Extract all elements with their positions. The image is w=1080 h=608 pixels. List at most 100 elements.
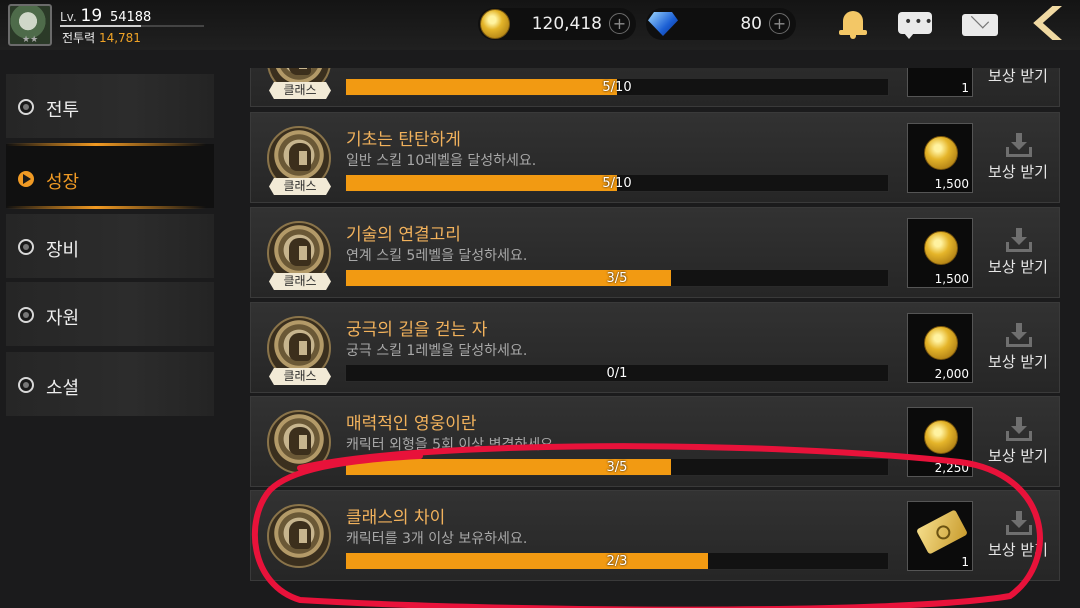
progress-text: 2/3	[606, 554, 628, 569]
claim-label: 보상 받기	[988, 68, 1048, 85]
claim-label: 보상 받기	[988, 447, 1048, 465]
quest-title: 기초는 탄탄하게	[346, 130, 461, 150]
tab-label: 장비	[46, 240, 80, 261]
quest-list[interactable]: 클래스 5/10 1 보상 받기 클래스 기초는 탄탄하게 일반 스킬 10레벨…	[250, 68, 1060, 586]
progress-text: 5/10	[602, 80, 632, 95]
gold-coin-icon	[924, 326, 958, 360]
claim-reward-button[interactable]: 보상 받기	[981, 131, 1055, 187]
reward-slot[interactable]: 1,500	[907, 218, 973, 288]
gold-counter: 120,418 +	[478, 8, 636, 40]
radio-icon	[18, 239, 34, 255]
gold-coin-icon	[924, 420, 958, 454]
reward-slot[interactable]: 1	[907, 68, 973, 97]
tab-battle[interactable]: 전투	[6, 74, 214, 138]
claim-label: 보상 받기	[988, 258, 1048, 276]
progress-bar: 0/1	[345, 364, 889, 382]
progress-bar: 2/3	[345, 552, 889, 570]
level-label: Lv.	[60, 10, 77, 24]
exp-bar	[60, 25, 204, 27]
add-gems-button[interactable]: +	[769, 13, 790, 34]
claim-label: 보상 받기	[988, 541, 1048, 559]
progress-text: 0/1	[606, 366, 628, 381]
quest-desc: 연계 스킬 5레벨을 달성하세요.	[346, 248, 528, 264]
play-icon	[18, 171, 34, 187]
level-info: Lv. 19 54188	[60, 6, 151, 26]
quest-title: 궁극의 길을 걷는 자	[346, 320, 488, 340]
reward-slot[interactable]: 2,250	[907, 407, 973, 477]
avatar-stars: ★★	[22, 35, 39, 45]
radio-icon	[18, 307, 34, 323]
avatar[interactable]: ★★	[8, 4, 52, 46]
reward-qty: 1	[961, 555, 969, 569]
quest-desc: 일반 스킬 10레벨을 달성하세요.	[346, 153, 537, 169]
quest-title: 기술의 연결고리	[346, 225, 461, 245]
quest-row: 클래스 기술의 연결고리 연계 스킬 5레벨을 달성하세요. 3/5 1,500…	[250, 207, 1060, 298]
gem-counter: 80 +	[646, 8, 796, 40]
reward-slot[interactable]: 2,000	[907, 313, 973, 383]
reward-qty: 2,000	[934, 367, 969, 381]
gold-coin-icon	[480, 9, 510, 39]
claim-reward-button[interactable]: 보상 받기	[981, 509, 1055, 565]
progress-bar: 3/5	[345, 269, 889, 287]
class-emblem-icon	[267, 504, 331, 568]
tab-growth[interactable]: 성장	[6, 143, 214, 209]
reward-qty: 1,500	[934, 177, 969, 191]
reward-slot[interactable]: 1,500	[907, 123, 973, 193]
diamond-icon	[648, 12, 678, 36]
quest-row: 매력적인 영웅이란 캐릭터 외형을 5회 이상 변경하세요. 3/5 2,250…	[250, 396, 1060, 487]
quest-desc: 캐릭터를 3개 이상 보유하세요.	[346, 531, 528, 547]
reward-qty: 1	[961, 81, 969, 95]
gold-coin-icon	[924, 231, 958, 265]
add-gold-button[interactable]: +	[609, 13, 630, 34]
claim-label: 보상 받기	[988, 163, 1048, 181]
claim-reward-button[interactable]: 보상 받기	[981, 226, 1055, 282]
chat-icon[interactable]: •••	[896, 6, 934, 42]
quest-row: 클래스 기초는 탄탄하게 일반 스킬 10레벨을 달성하세요. 5/10 1,5…	[250, 112, 1060, 203]
back-arrow-icon[interactable]	[1022, 4, 1068, 44]
class-tag: 클래스	[269, 178, 331, 195]
class-emblem-icon	[267, 410, 331, 474]
ticket-icon	[916, 509, 968, 555]
gold-coin-icon	[924, 136, 958, 170]
radio-icon	[18, 99, 34, 115]
tab-label: 소셜	[46, 378, 80, 399]
power-label: 전투력	[62, 31, 96, 45]
reward-slot[interactable]: 1	[907, 501, 973, 571]
tab-social[interactable]: 소셜	[6, 352, 214, 416]
progress-text: 3/5	[606, 271, 628, 286]
combat-power: 전투력 14,781	[62, 29, 141, 46]
progress-text: 3/5	[606, 460, 628, 475]
download-icon	[1006, 133, 1032, 157]
claim-reward-button[interactable]: 보상 받기	[981, 321, 1055, 377]
gold-value: 120,418	[531, 14, 602, 34]
quest-row: 클래스 궁극의 길을 걷는 자 궁극 스킬 1레벨을 달성하세요. 0/1 2,…	[250, 302, 1060, 393]
top-bar: ★★ Lv. 19 54188 전투력 14,781 120,418 + 80 …	[0, 0, 1080, 50]
tab-resources[interactable]: 자원	[6, 282, 214, 346]
quest-row: 클래스 5/10 1 보상 받기	[250, 68, 1060, 107]
download-icon	[1006, 417, 1032, 441]
radio-icon	[18, 377, 34, 393]
download-icon	[1006, 323, 1032, 347]
quest-desc: 궁극 스킬 1레벨을 달성하세요.	[346, 343, 528, 359]
quest-title: 매력적인 영웅이란	[346, 414, 477, 434]
tab-label: 성장	[46, 172, 80, 193]
reward-qty: 2,250	[934, 461, 969, 475]
reward-qty: 1,500	[934, 272, 969, 286]
quest-title: 클래스의 차이	[346, 508, 446, 528]
claim-reward-button[interactable]: 보상 받기	[981, 68, 1055, 91]
bell-icon[interactable]	[834, 6, 872, 42]
claim-label: 보상 받기	[988, 353, 1048, 371]
claim-reward-button[interactable]: 보상 받기	[981, 415, 1055, 471]
tab-label: 자원	[46, 308, 80, 329]
power-value: 14,781	[98, 31, 141, 45]
class-tag: 클래스	[269, 273, 331, 290]
class-tag: 클래스	[269, 82, 331, 99]
tab-label: 전투	[46, 100, 80, 121]
download-icon	[1006, 511, 1032, 535]
tab-equipment[interactable]: 장비	[6, 214, 214, 278]
progress-bar: 5/10	[345, 78, 889, 96]
mail-icon[interactable]	[960, 6, 998, 42]
progress-bar: 5/10	[345, 174, 889, 192]
progress-text: 5/10	[602, 176, 632, 191]
quest-desc: 캐릭터 외형을 5회 이상 변경하세요.	[346, 437, 558, 453]
